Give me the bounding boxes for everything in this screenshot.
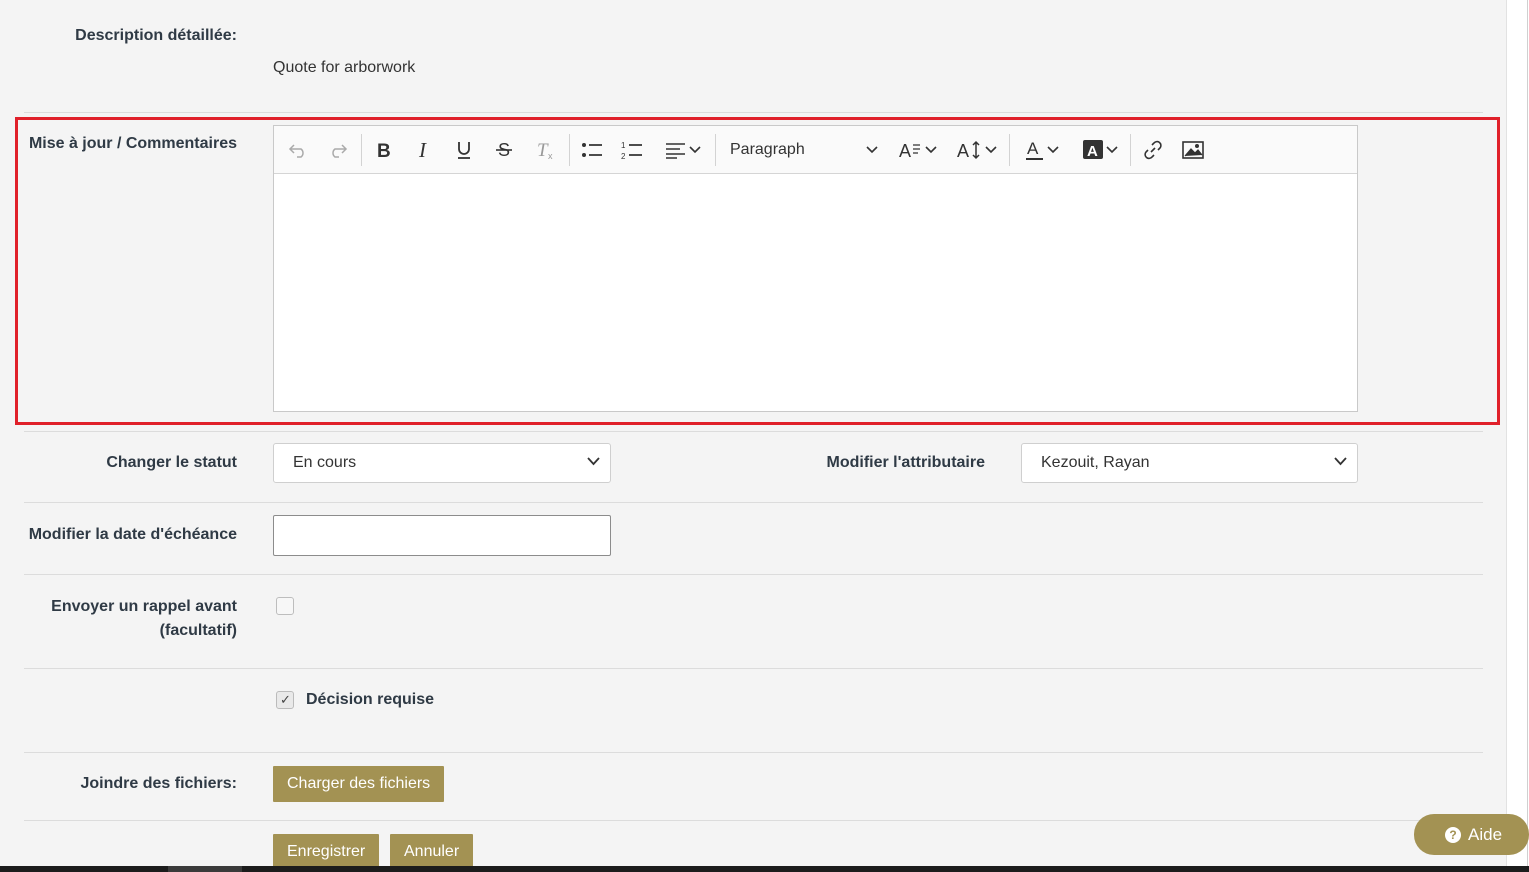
- divider: [24, 752, 1483, 753]
- reminder-label-line1: Envoyer un rappel avant: [51, 598, 237, 615]
- toolbar-separator: [569, 134, 570, 166]
- divider: [24, 112, 1483, 113]
- toolbar-separator: [1130, 134, 1131, 166]
- align-icon[interactable]: [659, 135, 707, 165]
- link-icon[interactable]: [1139, 135, 1167, 165]
- clear-format-icon[interactable]: Tx: [532, 135, 560, 165]
- description-label: Description détaillée:: [75, 27, 237, 44]
- chevron-down-icon: [689, 146, 701, 154]
- divider: [24, 820, 1483, 821]
- editor-toolbar: B I S Tx 12 Paragraph A A A A: [274, 126, 1357, 174]
- reminder-checkbox[interactable]: [276, 597, 294, 615]
- strikethrough-icon[interactable]: S: [490, 135, 518, 165]
- cancel-button[interactable]: Annuler: [390, 834, 474, 870]
- italic-icon[interactable]: I: [410, 135, 438, 165]
- description-value: Quote for arborwork: [273, 59, 416, 76]
- help-button[interactable]: ? Aide: [1414, 814, 1529, 855]
- scrollbar-thumb[interactable]: [168, 866, 242, 872]
- font-size-icon[interactable]: A: [894, 135, 942, 165]
- toolbar-separator: [361, 134, 362, 166]
- scroll-gutter: [1507, 0, 1529, 866]
- comments-label: Mise à jour / Commentaires: [28, 135, 237, 152]
- status-label: Changer le statut: [106, 454, 237, 471]
- due-date-label: Modifier la date d'échéance: [28, 526, 237, 543]
- upload-files-button[interactable]: Charger des fichiers: [273, 766, 445, 802]
- reminder-label: Envoyer un rappel avant (facultatif): [24, 595, 237, 643]
- svg-text:2: 2: [621, 152, 626, 160]
- svg-text:I: I: [418, 140, 427, 160]
- bold-icon[interactable]: B: [370, 135, 398, 165]
- decision-checkbox[interactable]: ✓: [276, 691, 294, 709]
- help-label: Aide: [1468, 824, 1503, 844]
- chevron-down-icon: [925, 146, 937, 154]
- chevron-down-icon: [587, 457, 600, 466]
- image-icon[interactable]: [1179, 135, 1207, 165]
- status-select-value: En cours: [293, 454, 357, 471]
- paragraph-select[interactable]: Paragraph: [724, 135, 884, 165]
- svg-text:A: A: [899, 141, 911, 160]
- svg-text:A: A: [1027, 139, 1039, 158]
- numbered-list-icon[interactable]: 12: [617, 135, 647, 165]
- redo-icon[interactable]: [324, 135, 352, 165]
- status-select[interactable]: En cours: [273, 443, 611, 483]
- save-button[interactable]: Enregistrer: [273, 834, 380, 870]
- undo-icon[interactable]: [284, 135, 312, 165]
- svg-text:1: 1: [621, 141, 626, 150]
- toolbar-separator: [715, 134, 716, 166]
- bulleted-list-icon[interactable]: [577, 135, 607, 165]
- toolbar-separator: [1009, 134, 1010, 166]
- font-color-icon[interactable]: A: [1018, 135, 1066, 165]
- decision-label: Décision requise: [306, 691, 435, 708]
- editor-content-area[interactable]: [274, 174, 1357, 411]
- assignee-select-value: Kezouit, Rayan: [1041, 454, 1150, 471]
- chevron-down-icon: [985, 146, 997, 154]
- assignee-label: Modifier l'attributaire: [826, 454, 985, 471]
- divider: [24, 574, 1483, 575]
- svg-text:A: A: [1087, 143, 1098, 160]
- chevron-down-icon: [866, 146, 878, 154]
- svg-text:B: B: [377, 141, 391, 160]
- svg-text:A: A: [957, 141, 969, 160]
- divider: [24, 431, 1483, 432]
- rich-text-editor: B I S Tx 12 Paragraph A A A A: [273, 125, 1358, 412]
- due-date-input[interactable]: [273, 515, 611, 556]
- divider: [24, 668, 1483, 669]
- chevron-down-icon: [1106, 146, 1118, 154]
- chevron-down-icon: [1047, 146, 1059, 154]
- attachments-label: Joindre des fichiers:: [80, 775, 238, 792]
- chevron-down-icon: [1334, 457, 1347, 466]
- horizontal-scrollbar[interactable]: [0, 866, 1529, 872]
- divider: [24, 502, 1483, 503]
- paragraph-select-label: Paragraph: [730, 141, 805, 158]
- svg-text:x: x: [548, 151, 553, 160]
- reminder-label-line2: (facultatif): [159, 622, 237, 639]
- help-icon: ?: [1445, 826, 1461, 843]
- checkmark-icon: ✓: [280, 692, 291, 707]
- highlight-color-icon[interactable]: A: [1076, 135, 1124, 165]
- underline-icon[interactable]: [450, 135, 478, 165]
- assignee-select[interactable]: Kezouit, Rayan: [1021, 443, 1358, 483]
- line-height-icon[interactable]: A: [952, 135, 1002, 165]
